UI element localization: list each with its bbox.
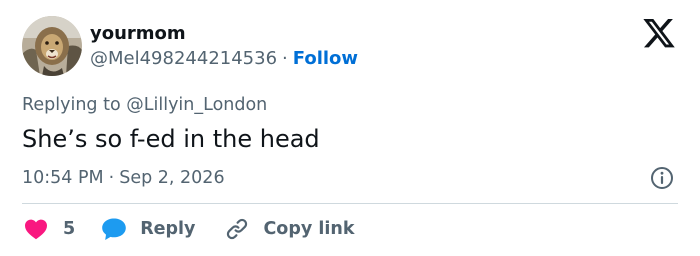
reply-context-prefix: Replying to xyxy=(22,95,127,115)
heart-icon xyxy=(25,219,47,240)
like-button[interactable]: 5 xyxy=(24,217,75,241)
follow-button[interactable]: Follow xyxy=(293,48,358,69)
tweet-timestamp: 10:54 PM · Sep 2, 2026 xyxy=(22,166,225,190)
handle-separator: · xyxy=(282,48,288,69)
tweet-embed-card: yourmom @Mel498244214536 · Follow Replying… xyxy=(0,0,700,256)
copy-link-label: Copy link xyxy=(263,219,355,239)
copy-link-button[interactable]: Copy link xyxy=(225,217,354,241)
speech-bubble-icon xyxy=(102,218,126,240)
tweet-time[interactable]: 10:54 PM xyxy=(22,168,104,188)
author-display-name[interactable]: yourmom xyxy=(90,22,186,46)
author-handle[interactable]: @Mel498244214536 xyxy=(90,48,277,69)
x-logo-icon[interactable] xyxy=(641,19,677,51)
lion-avatar-image xyxy=(22,16,82,76)
author-handle-row: @Mel498244214536 · Follow xyxy=(90,46,358,72)
x-logo-glyph xyxy=(643,19,675,48)
actions-divider xyxy=(22,203,678,204)
author-info: yourmom @Mel498244214536 · Follow xyxy=(90,22,358,72)
tweet-text: She’s so f-ed in the head xyxy=(22,125,320,153)
timestamp-separator: · xyxy=(108,168,115,188)
reply-context: Replying to @Lillyin_London xyxy=(22,93,267,117)
tweet-date[interactable]: Sep 2, 2026 xyxy=(119,168,224,188)
author-avatar[interactable] xyxy=(22,16,82,76)
link-icon xyxy=(227,218,248,240)
like-count: 5 xyxy=(63,219,76,239)
info-icon[interactable] xyxy=(650,166,674,190)
reply-context-handle[interactable]: @Lillyin_London xyxy=(126,95,267,115)
reply-button[interactable]: Reply xyxy=(101,217,195,241)
tweet-actions: 5 Reply Copy link xyxy=(24,215,354,243)
reply-label: Reply xyxy=(140,219,196,239)
info-icon-glyph xyxy=(651,167,673,189)
